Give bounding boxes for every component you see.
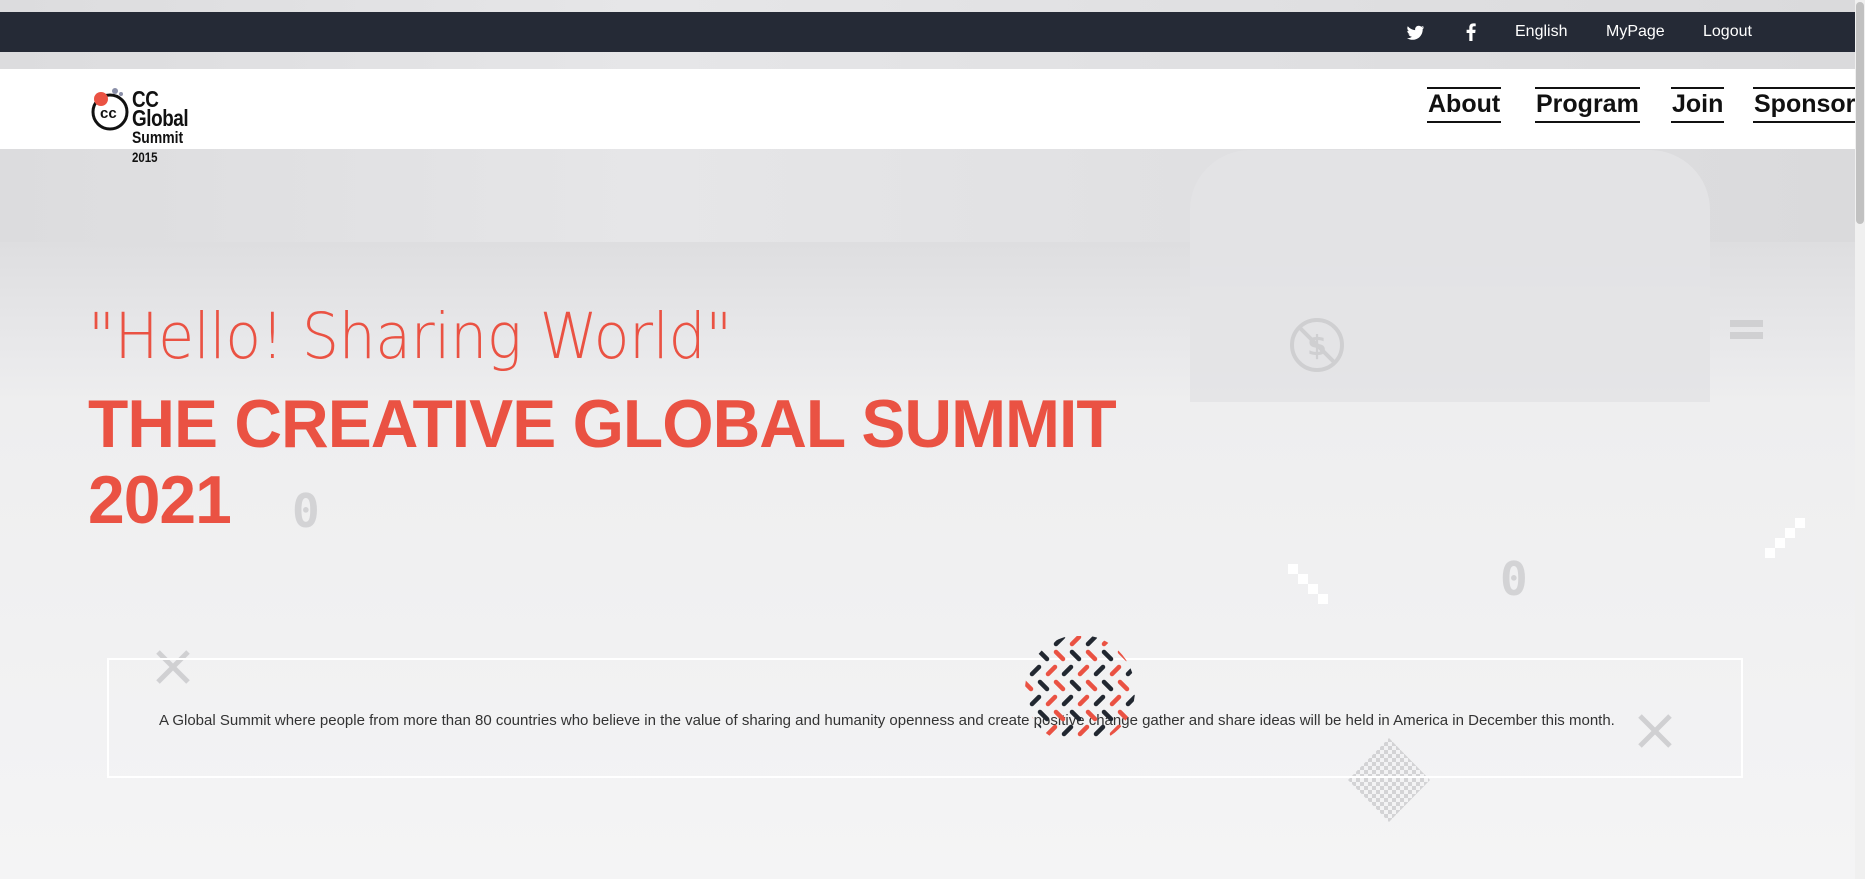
hero-headline: THE CREATIVE GLOBAL SUMMIT 2021 (88, 386, 1117, 538)
logo-line2: Summit 2015 (132, 128, 212, 167)
hero-headline-line2: 2021 (88, 462, 232, 538)
decorative-zero: 0 (292, 484, 320, 538)
logout-link[interactable]: Logout (1703, 12, 1752, 52)
hero-tagline: "Hello! Sharing World" (88, 300, 732, 373)
pixel-stair-decoration (1765, 518, 1805, 558)
nav-program[interactable]: Program (1535, 87, 1640, 123)
decorative-zero: 0 (1500, 552, 1528, 606)
dash-pattern-circle-decoration (1025, 636, 1135, 737)
summit-description-box: A Global Summit where people from more t… (107, 658, 1743, 778)
language-link[interactable]: English (1515, 12, 1567, 52)
svg-text:cc: cc (100, 105, 117, 122)
mypage-link[interactable]: MyPage (1606, 12, 1665, 52)
nav-about[interactable]: About (1427, 87, 1502, 123)
top-utility-bar: English MyPage Logout (0, 12, 1855, 52)
scrollbar-thumb[interactable] (1856, 2, 1864, 224)
pixel-stair-decoration (1288, 564, 1328, 604)
logo-wordmark: CC Global Summit 2015 (132, 86, 212, 167)
cc-logo-icon: cc (91, 88, 129, 131)
summit-description: A Global Summit where people from more t… (159, 712, 1615, 729)
site-logo[interactable]: cc CC Global Summit 2015 (90, 85, 230, 165)
hero-headline-line1: THE CREATIVE GLOBAL SUMMIT (88, 386, 1117, 462)
twitter-icon[interactable] (1406, 12, 1426, 52)
logo-line1: CC Global (132, 86, 189, 131)
site-header: cc CC Global Summit 2015 About Program J… (0, 69, 1857, 165)
logo-year: 2015 (132, 149, 158, 165)
equals-icon (1730, 320, 1763, 339)
facebook-icon[interactable] (1465, 12, 1477, 52)
nav-join[interactable]: Join (1671, 87, 1725, 123)
logo-line2-text: Summit (132, 128, 184, 147)
page-scrollbar[interactable] (1855, 0, 1865, 879)
nav-sponsor[interactable]: Sponsor (1753, 87, 1857, 123)
no-dollar-icon: $ (1290, 318, 1344, 372)
